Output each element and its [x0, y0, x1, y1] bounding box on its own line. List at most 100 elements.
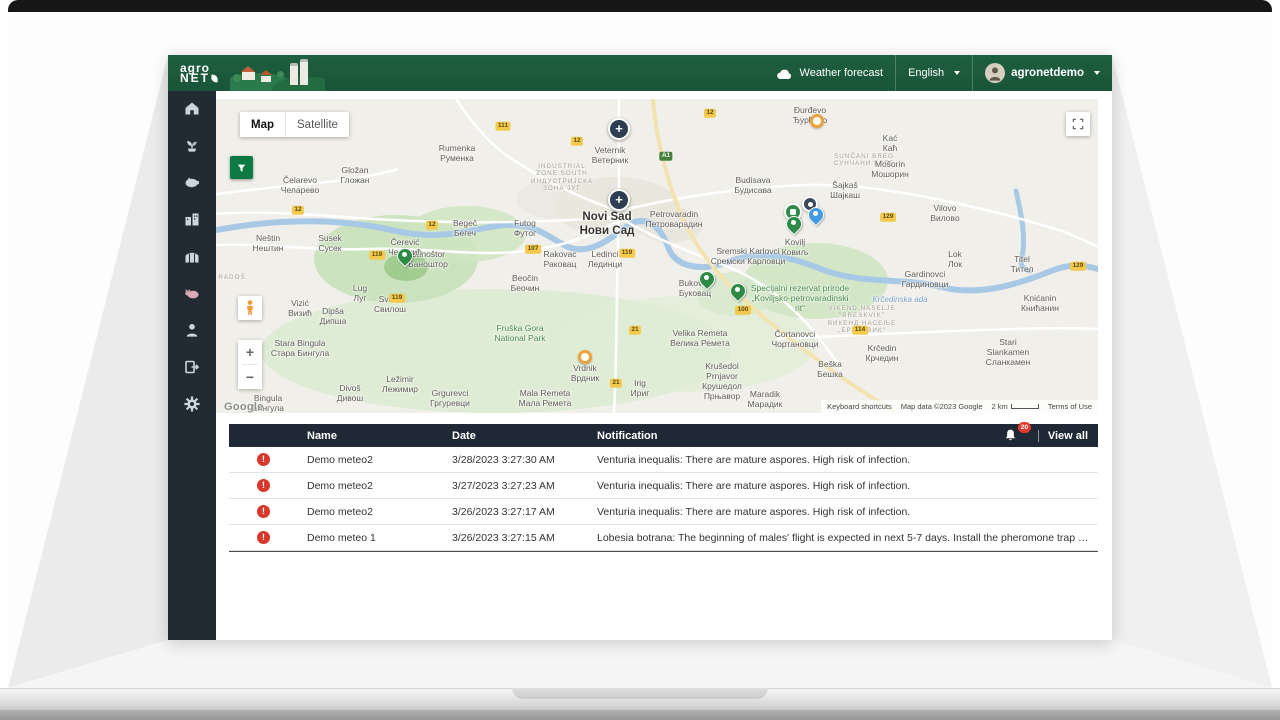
road-number-badge: 12	[570, 136, 584, 146]
fullscreen-icon	[1072, 118, 1084, 130]
language-dropdown[interactable]: English	[896, 55, 972, 91]
map-scale: 2 km	[992, 402, 1039, 411]
road-number-badge: 12	[425, 220, 439, 230]
agronet-app: agro NET Weather forecast English agrone…	[168, 55, 1112, 640]
farm-illustration	[230, 55, 325, 91]
map-attribution: Google Keyboard shortcuts Map data ©2023…	[216, 400, 1098, 413]
col-notification: Notification	[597, 429, 658, 442]
row-notification: Venturia inequalis: There are mature asp…	[597, 505, 911, 518]
col-name: Name	[307, 429, 337, 442]
road-number-badge: 129	[1070, 261, 1086, 271]
sidebar-item-crops[interactable]	[174, 136, 210, 154]
map-type-control: Map Satellite	[240, 112, 349, 137]
silo-shape	[290, 63, 298, 85]
zoom-in-button[interactable]: +	[238, 340, 262, 364]
user-menu[interactable]: agronetdemo	[973, 55, 1112, 91]
funnel-icon	[237, 164, 246, 172]
view-all-button[interactable]: View all	[1048, 430, 1088, 442]
row-date: 3/26/2023 3:27:15 AM	[452, 531, 555, 544]
sidebar-item-settings[interactable]	[174, 395, 210, 413]
map-data-label: Map data ©2023 Google	[900, 402, 983, 411]
language-label: English	[908, 67, 945, 79]
leaf-icon	[210, 73, 219, 83]
filter-button[interactable]	[230, 156, 253, 179]
notifications-bell[interactable]: 20	[1003, 422, 1031, 443]
laptop-base-shadow	[0, 710, 1280, 720]
map[interactable]: Gložan Гложан Čelarevo Челарево Rumenka Румен…	[216, 99, 1098, 413]
weather-forecast-button[interactable]: Weather forecast	[764, 55, 896, 91]
road-number-badge: 12	[291, 205, 305, 215]
sidebar-item-city[interactable]	[174, 210, 210, 228]
row-date: 3/28/2023 3:27:30 AM	[452, 453, 555, 466]
row-date: 3/27/2023 3:27:23 AM	[452, 479, 555, 492]
sprout-icon	[187, 141, 197, 152]
export-icon	[185, 360, 200, 374]
road-number-badge: 107	[525, 244, 541, 254]
satellite-view-button[interactable]: Satellite	[285, 112, 349, 137]
table-row[interactable]: Demo meteo 1 3/26/2023 3:27:15 AM Lobesi…	[229, 525, 1098, 551]
sidebar-item-workers[interactable]	[174, 321, 210, 339]
alert-icon	[257, 531, 270, 544]
logo-text-net: NET	[180, 70, 210, 85]
road-number-badge: 114	[852, 325, 868, 335]
table-row[interactable]: Demo meteo2 3/27/2023 3:27:23 AM Venturi…	[229, 473, 1098, 499]
gear-icon	[184, 396, 200, 412]
row-notification: Venturia inequalis: There are mature asp…	[597, 479, 911, 492]
tree-shape	[277, 71, 284, 78]
scale-bar	[1010, 404, 1039, 409]
username-label: agronetdemo	[1011, 67, 1084, 79]
buildings-icon	[185, 213, 199, 226]
col-date: Date	[452, 429, 476, 442]
person-icon	[186, 324, 198, 337]
header-separator	[1037, 429, 1039, 442]
row-notification: Lobesia botrana: The beginning of males'…	[597, 531, 1098, 544]
user-icon	[989, 67, 1001, 81]
row-date: 3/26/2023 3:27:17 AM	[452, 505, 555, 518]
app-header: agro NET Weather forecast English agrone…	[168, 55, 1112, 91]
road-number-badge: 119	[369, 250, 385, 260]
home-icon	[185, 102, 199, 115]
sidebar-item-livestock[interactable]	[174, 284, 210, 302]
road-number-badge: 119	[389, 293, 405, 303]
sidebar-item-greenhouse[interactable]	[174, 247, 210, 265]
sidebar-item-pig-farm[interactable]	[174, 173, 210, 191]
row-name: Demo meteo2	[307, 453, 373, 466]
table-row[interactable]: Demo meteo2 3/26/2023 3:27:17 AM Venturi…	[229, 499, 1098, 525]
street-view-pegman[interactable]	[238, 296, 262, 320]
sidebar-nav	[168, 91, 216, 640]
zoom-out-button[interactable]: −	[238, 365, 262, 389]
fullscreen-button[interactable]	[1066, 112, 1090, 136]
road-number-badge: 111	[495, 121, 511, 131]
alert-icon	[257, 505, 270, 518]
row-name: Demo meteo 1	[307, 531, 376, 544]
road-number-badge: 12	[703, 108, 717, 118]
house-shape	[241, 66, 255, 80]
silo-shape	[300, 59, 308, 85]
table-row[interactable]: Demo meteo2 3/28/2023 3:27:30 AM Venturi…	[229, 447, 1098, 473]
cow-icon	[185, 289, 199, 299]
terms-link[interactable]: Terms of Use	[1048, 402, 1092, 411]
sidebar-item-home[interactable]	[174, 99, 210, 117]
sidebar-item-export[interactable]	[174, 358, 210, 376]
laptop-notch	[512, 688, 768, 699]
agronet-logo[interactable]: agro NET	[180, 62, 219, 85]
pig-icon	[185, 177, 200, 188]
keyboard-shortcuts-link[interactable]: Keyboard shortcuts	[827, 402, 892, 411]
cloud-icon	[776, 69, 791, 79]
google-logo: Google	[224, 400, 264, 413]
road-number-badge: 21	[609, 378, 623, 388]
map-terrain	[216, 99, 1098, 413]
row-name: Demo meteo2	[307, 505, 373, 518]
road-number-badge: A1	[659, 151, 673, 161]
alert-icon	[257, 453, 270, 466]
road-number-badge: 100	[735, 305, 751, 315]
row-notification: Venturia inequalis: There are mature asp…	[597, 453, 911, 466]
zoom-control: + −	[238, 340, 262, 389]
notifications-body: Demo meteo2 3/28/2023 3:27:30 AM Venturi…	[229, 447, 1098, 552]
map-view-button[interactable]: Map	[240, 112, 285, 137]
road-number-badge: 129	[880, 212, 896, 222]
laptop-screen: agro NET Weather forecast English agrone…	[8, 12, 1272, 688]
house-shape	[260, 70, 272, 82]
tree-shape	[233, 74, 241, 82]
row-name: Demo meteo2	[307, 479, 373, 492]
